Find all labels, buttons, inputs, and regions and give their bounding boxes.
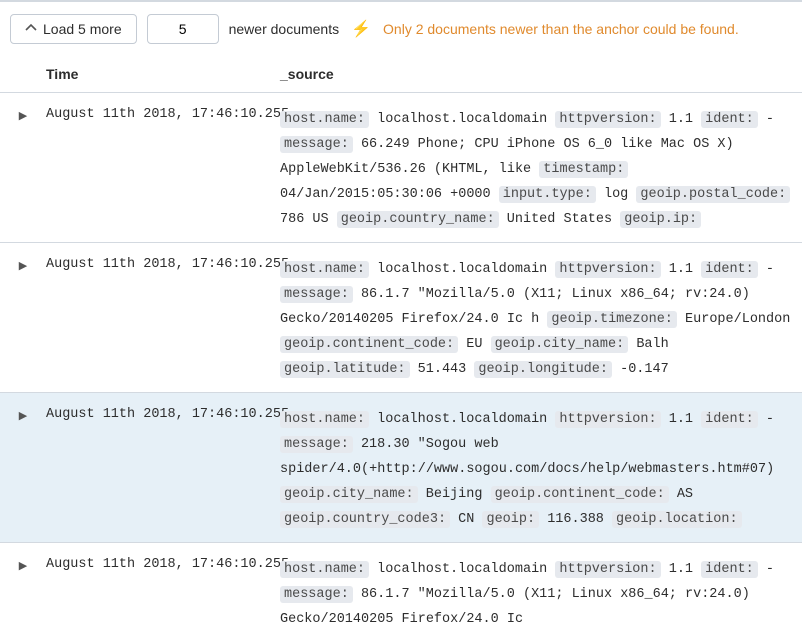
row-time: August 11th 2018, 17:46:10.255: [46, 257, 280, 382]
field-key: httpversion: [555, 561, 660, 578]
field-key: message: [280, 136, 353, 153]
table-row[interactable]: ▶August 11th 2018, 17:46:10.255host.name…: [0, 93, 802, 243]
field-value: localhost.localdomain: [377, 112, 547, 127]
field-value: 218.30: [361, 437, 410, 452]
field-key: httpversion: [555, 111, 660, 128]
chevron-up-icon: [25, 21, 37, 37]
expand-row-icon[interactable]: ▶: [19, 409, 27, 532]
field-value: 51.443: [418, 362, 467, 377]
row-time: August 11th 2018, 17:46:10.255: [46, 407, 280, 532]
field-value: -0.147: [620, 362, 669, 377]
field-value: EU: [466, 337, 482, 352]
field-text: "Sogou web spider/4.0(+http://www.sogou.…: [280, 437, 774, 477]
load-count-input[interactable]: [147, 14, 219, 44]
field-key: message: [280, 286, 353, 303]
field-value: 1.1: [669, 562, 693, 577]
field-value: -: [766, 112, 774, 127]
field-key: geoip.continent_code: [491, 486, 669, 503]
table-row[interactable]: ▶August 11th 2018, 17:46:10.255host.name…: [0, 243, 802, 393]
field-value: 04/Jan/2015:05:30:06 +0000: [280, 187, 491, 202]
field-value: 1.1: [669, 262, 693, 277]
field-text: h: [531, 312, 539, 327]
field-key: host.name: [280, 261, 369, 278]
field-value: -: [766, 412, 774, 427]
field-key: geoip.continent_code: [280, 336, 458, 353]
field-key: geoip.latitude: [280, 361, 410, 378]
newer-documents-label: newer documents: [229, 21, 340, 37]
column-header-time[interactable]: Time: [46, 66, 280, 82]
expand-row-icon[interactable]: ▶: [19, 559, 27, 632]
row-time: August 11th 2018, 17:46:10.255: [46, 557, 280, 632]
field-key: ident: [701, 561, 758, 578]
field-key: ident: [701, 111, 758, 128]
field-key: geoip.location: [612, 511, 742, 528]
row-source: host.name localhost.localdomain httpvers…: [280, 107, 802, 232]
expand-row-icon[interactable]: ▶: [19, 109, 27, 232]
row-source: host.name localhost.localdomain httpvers…: [280, 407, 802, 532]
field-value: localhost.localdomain: [377, 412, 547, 427]
field-key: geoip: [482, 511, 539, 528]
table-header: Time _source: [0, 56, 802, 93]
field-key: geoip.postal_code: [636, 186, 790, 203]
expand-row-icon[interactable]: ▶: [19, 259, 27, 382]
document-rows: ▶August 11th 2018, 17:46:10.255host.name…: [0, 93, 802, 642]
field-value: 66.249: [361, 137, 410, 152]
field-value: 786: [280, 212, 304, 227]
field-value: CN: [458, 512, 474, 527]
field-text: 116.388: [547, 512, 604, 527]
anchor-warning-text: Only 2 documents newer than the anchor c…: [383, 21, 739, 37]
field-key: ident: [701, 411, 758, 428]
field-value: 1.1: [669, 412, 693, 427]
field-value: 1.1: [669, 112, 693, 127]
column-header-source[interactable]: _source: [280, 66, 334, 82]
field-value: United States: [507, 212, 612, 227]
table-row[interactable]: ▶ August 11th 2018, 17:46:10.255host.name…: [0, 543, 802, 642]
field-key: message: [280, 586, 353, 603]
field-key: message: [280, 436, 353, 453]
field-key: geoip.longitude: [474, 361, 612, 378]
field-key: geoip.country_name: [337, 211, 499, 228]
field-value: log: [604, 187, 628, 202]
field-value: localhost.localdomain: [377, 562, 547, 577]
field-value: Europe/London: [685, 312, 790, 327]
load-more-button[interactable]: Load 5 more: [10, 14, 137, 44]
field-key: geoip.city_name: [280, 486, 418, 503]
field-value: localhost.localdomain: [377, 262, 547, 277]
field-key: ident: [701, 261, 758, 278]
field-text: US: [312, 212, 328, 227]
field-value: AS: [677, 487, 693, 502]
field-key: timestamp: [539, 161, 628, 178]
field-key: host.name: [280, 561, 369, 578]
field-value: Beijing: [426, 487, 483, 502]
field-value: -: [766, 562, 774, 577]
load-more-label: Load 5 more: [43, 21, 122, 37]
row-source: host.name localhost.localdomain httpvers…: [280, 257, 802, 382]
field-key: httpversion: [555, 261, 660, 278]
field-value: Balh: [636, 337, 668, 352]
field-value: 86.1.7: [361, 587, 410, 602]
field-key: geoip.ip: [620, 211, 701, 228]
field-key: geoip.city_name: [491, 336, 629, 353]
row-source: host.name localhost.localdomain httpvers…: [280, 557, 802, 632]
field-key: geoip.timezone: [547, 311, 677, 328]
row-time: August 11th 2018, 17:46:10.255: [46, 107, 280, 232]
pagination-bar: Load 5 more newer documents ⚡ Only 2 doc…: [0, 0, 802, 56]
field-value: -: [766, 262, 774, 277]
field-value: 86.1.7: [361, 287, 410, 302]
field-key: geoip.country_code3: [280, 511, 450, 528]
field-key: input.type: [499, 186, 596, 203]
field-key: host.name: [280, 411, 369, 428]
field-key: host.name: [280, 111, 369, 128]
field-key: httpversion: [555, 411, 660, 428]
bolt-icon: ⚡: [351, 19, 371, 39]
table-row[interactable]: ▶August 11th 2018, 17:46:10.255host.name…: [0, 393, 802, 543]
